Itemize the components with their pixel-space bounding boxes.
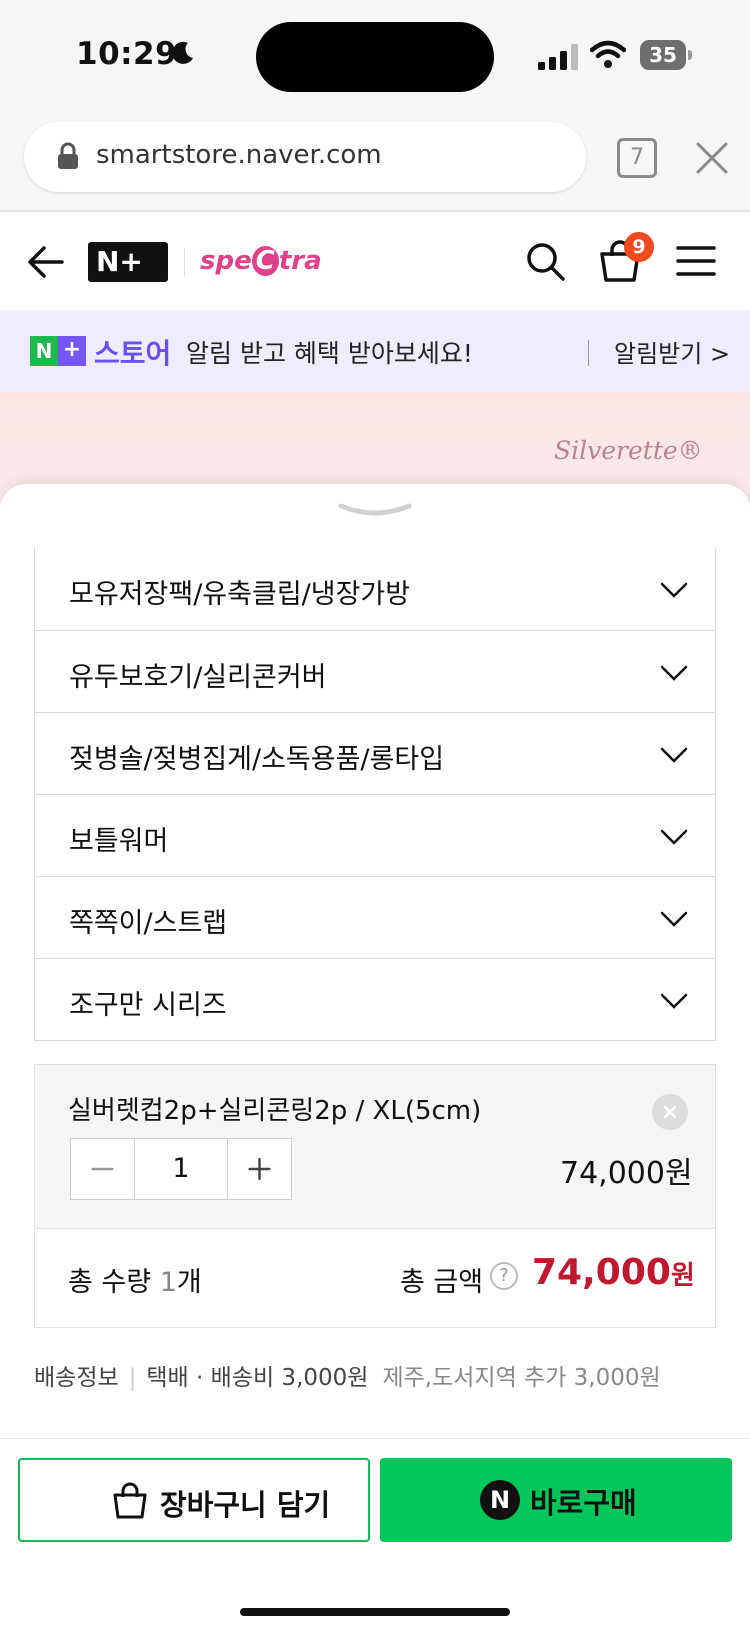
silverette-logo: Silverette® [554,436,703,465]
chevron-down-icon [660,911,688,927]
add-to-cart-label: 장바구니 담기 [160,1488,331,1522]
shipping-info: 배송정보 | 택배 · 배송비 3,000원 제주,도서지역 추가 3,000원 [34,1358,661,1392]
buy-now-label: 바로구매 [530,1486,637,1520]
quantity-stepper: 1 [70,1138,292,1200]
shipping-label: 배송정보 [34,1365,119,1391]
option-item[interactable]: 조구만 시리즈 [35,958,715,1040]
close-icon[interactable] [694,140,730,176]
wifi-icon [590,40,626,68]
option-label: 젖병솔/젖병집게/소독용품/롱타입 [69,744,445,775]
store-label: 스토어 [94,337,172,370]
buy-now-button[interactable]: N 바로구매 [380,1458,732,1542]
back-arrow-icon[interactable] [26,244,66,280]
chevron-down-icon [660,665,688,681]
quantity-value[interactable]: 1 [135,1139,227,1199]
help-icon[interactable]: ? [490,1262,518,1290]
chevron-down-icon [660,993,688,1009]
remove-item-icon[interactable] [652,1094,688,1130]
nplus-store-badge: N + [30,336,86,366]
search-icon[interactable] [524,240,566,282]
battery-tip [688,50,692,60]
promo-message: 알림 받고 혜택 받아보세요! [186,339,473,368]
option-label: 유두보호기/실리콘커버 [69,662,327,693]
selected-item-name: 실버렛컵2p+실리콘링2p / XL(5cm) [68,1096,482,1126]
decrease-quantity-button[interactable] [71,1139,135,1199]
brand-logo-suffix: tra [278,246,322,276]
option-label: 모유저장팩/유축클립/냉장가방 [69,579,411,610]
total-amount-unit: 원 [670,1261,695,1291]
subscribe-alert-link[interactable]: 알림받기 > [614,334,730,369]
battery-level: 35 [640,40,686,70]
nplus-logo-text: N+ [96,245,143,278]
naver-n-icon: N [480,1480,520,1520]
add-to-cart-button[interactable]: 장바구니 담기 [18,1458,370,1542]
hamburger-menu-icon[interactable] [676,244,716,278]
option-item[interactable]: 젖병솔/젖병집게/소독용품/롱타입 [35,712,715,794]
brand-logo[interactable]: spe Ctra [200,246,322,276]
increase-quantity-button[interactable] [227,1139,291,1199]
home-indicator[interactable] [240,1608,510,1616]
shipping-fee: 택배 · 배송비 3,000원 [146,1365,369,1391]
total-quantity-unit: 개 [176,1267,202,1298]
option-list: 모유저장팩/유축클립/냉장가방 유두보호기/실리콘커버 젖병솔/젖병집게/소독용… [34,548,716,1041]
item-price: 74,000원 [560,1156,693,1191]
nplus-logo[interactable]: N+ [88,242,168,282]
brand-logo-prefix: spe [200,246,252,276]
sheet-collapse-handle[interactable] [335,500,415,524]
lock-icon [58,142,78,169]
address-url[interactable]: smartstore.naver.com [96,140,382,170]
cellular-signal-icon [538,44,578,70]
dynamic-island [256,22,494,92]
chevron-down-icon [660,582,688,598]
option-label: 조구만 시리즈 [69,990,227,1021]
chevron-down-icon [660,829,688,845]
shipping-separator: | [128,1365,137,1391]
tab-count-button[interactable]: 7 [617,138,657,178]
total-amount-value: 74,000 [532,1252,671,1293]
option-item[interactable]: 보틀워머 [35,794,715,876]
moon-icon [172,41,193,64]
total-amount: 74,000원 [532,1252,695,1293]
nplus-badge-n: N [30,336,58,366]
option-item[interactable]: 유두보호기/실리콘커버 [35,630,715,712]
total-quantity-value: 1 [159,1267,177,1298]
cart-count-badge: 9 [624,232,654,262]
option-label: 쪽쪽이/스트랩 [69,908,228,939]
total-quantity-label: 총 수량 [68,1267,160,1298]
option-item[interactable]: 쪽쪽이/스트랩 [35,876,715,958]
option-item[interactable]: 모유저장팩/유축클립/냉장가방 [35,548,715,630]
nplus-badge-plus: + [58,336,86,366]
chevron-down-icon [660,747,688,763]
brand-logo-c: C [251,246,279,276]
total-quantity: 총 수량 1개 [68,1260,202,1299]
option-label: 보틀워머 [69,826,169,857]
shopping-bag-icon [113,1482,147,1519]
shipping-extra-fee: 제주,도서지역 추가 3,000원 [382,1365,661,1391]
promo-divider [588,340,589,366]
total-amount-label: 총 금액 [400,1267,484,1298]
header-divider [184,248,185,276]
status-time: 10:29 [76,36,178,72]
